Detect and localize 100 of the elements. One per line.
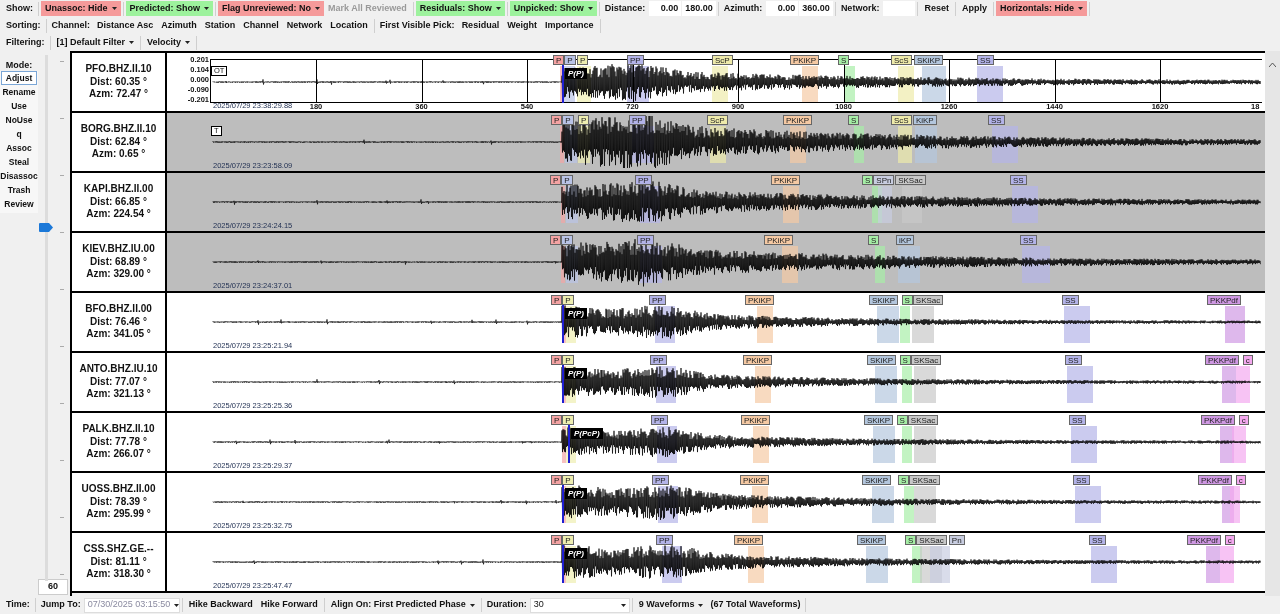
phase-window [875, 366, 897, 403]
phase-label: SS [1069, 415, 1086, 425]
dropdown-button[interactable]: Align On: First Predicted Phase [326, 597, 479, 613]
dropdown-button[interactable]: [1] Default Filter [52, 35, 138, 50]
toggle-dropdown[interactable]: Predicted: Show [125, 1, 214, 16]
phase-label: PP [635, 175, 652, 185]
phase-label: S [898, 475, 910, 485]
input-field[interactable]: 360.00 [799, 1, 833, 16]
pick-label: P(P) [565, 488, 587, 499]
phase-label: PP [656, 535, 673, 545]
phase-window [755, 366, 771, 403]
phase-label: P [562, 355, 574, 365]
phase-label: SKiKP [869, 295, 899, 305]
mode-button[interactable]: Disassoc [0, 169, 41, 183]
toggle-dropdown[interactable]: Horizontals: Hide [995, 1, 1087, 16]
phase-window [640, 246, 662, 283]
toolbar-label: First Visible Pick: [378, 18, 456, 32]
toggle-dropdown[interactable]: Flag Unreviewed: No [218, 1, 325, 16]
toolbar-button[interactable]: Hike Forward [256, 597, 322, 613]
toolbar-button[interactable]: Distance Asc [93, 18, 158, 33]
input-field[interactable]: 0.00 [766, 1, 799, 16]
phase-window [1012, 186, 1038, 223]
toggle-dropdown[interactable]: Unpicked: Show [509, 1, 597, 16]
phase-window [914, 426, 936, 463]
phase-label: P [551, 115, 563, 125]
toolbar-button[interactable]: Weight [503, 18, 541, 33]
toggle-dropdown[interactable]: Unassoc: Hide [41, 1, 121, 16]
mode-button[interactable]: NoUse [2, 113, 36, 127]
phase-window [1022, 246, 1050, 283]
phase-label: PP [651, 415, 668, 425]
phase-window [1236, 366, 1250, 403]
mode-button[interactable]: Assoc [3, 141, 35, 155]
toolbar-button[interactable]: Network [282, 18, 327, 33]
distance-label: Dist: 68.89 ° [90, 255, 147, 269]
input-field[interactable]: 0.00 [649, 1, 682, 16]
combo-field[interactable]: 30 [529, 597, 630, 613]
phase-window [875, 246, 885, 283]
toolbar-label: Show: [5, 1, 34, 15]
mode-title: Mode: [4, 59, 34, 71]
phase-window [757, 306, 773, 343]
phase-label: P [550, 235, 562, 245]
phase-label: SKSac [910, 355, 942, 365]
toolbar-button[interactable]: Reset [920, 1, 953, 16]
mode-button[interactable]: Adjust [1, 71, 37, 85]
toolbar-button[interactable]: Location [326, 18, 372, 33]
phase-window [992, 126, 1018, 163]
phase-window [1067, 366, 1093, 403]
phase-label: PKiKP [740, 475, 770, 485]
phase-label: SS [1065, 355, 1082, 365]
phase-window [783, 186, 799, 223]
phase-label: PP [652, 475, 669, 485]
mode-button[interactable]: Use [8, 99, 30, 113]
phase-window [1225, 306, 1245, 343]
phase-window [912, 306, 934, 343]
mode-button[interactable]: Review [1, 197, 37, 211]
phase-window [873, 426, 895, 463]
phase-label: ScP [707, 115, 728, 125]
phase-label: PP [627, 55, 644, 65]
toggle-dropdown[interactable]: Residuals: Show [415, 1, 505, 16]
station-label: KAPI.BHZ.II.00 [83, 183, 154, 196]
phase-window [1064, 306, 1090, 343]
dropdown-button[interactable]: Velocity [143, 35, 195, 50]
mode-button[interactable]: Trash [4, 183, 34, 197]
toolbar-button[interactable]: Hike Backward [184, 597, 257, 613]
mode-button[interactable]: Rename [0, 85, 39, 99]
phase-label: PKiKP [764, 235, 794, 245]
phase-window [1220, 546, 1234, 583]
toolbar-button[interactable]: Station [200, 18, 240, 33]
input-field[interactable] [883, 1, 916, 16]
toolbar-button[interactable]: Channel [239, 18, 283, 33]
toolbar-label: Azimuth: [722, 1, 764, 15]
caret-icon [587, 7, 593, 10]
scroll-up-icon[interactable] [1269, 63, 1276, 67]
toolbar-button[interactable]: Azimuth [157, 18, 201, 33]
zoom-value-field[interactable]: 60 [38, 579, 68, 595]
mode-button[interactable]: Steal [5, 155, 33, 169]
scrollbar[interactable] [1265, 51, 1280, 596]
slider-thumb[interactable] [39, 222, 53, 232]
phase-window [1220, 426, 1234, 463]
pick-line [568, 425, 570, 463]
input-field[interactable]: 180.00 [682, 1, 716, 16]
phase-label: S [905, 535, 917, 545]
pick-line [562, 545, 564, 583]
caret-icon [174, 603, 180, 607]
phase-label: PKKPdf [1207, 295, 1241, 305]
toolbar-label: Time: [5, 598, 31, 612]
mode-button[interactable]: q [13, 127, 25, 141]
dropdown-button[interactable]: 9 Waveforms [634, 597, 708, 613]
phase-label: SKSac [895, 175, 926, 185]
phase-label: P [578, 115, 590, 125]
phase-window [1075, 486, 1101, 523]
phase-window [627, 66, 649, 103]
phase-label: PKiKP [741, 415, 771, 425]
toolbar-button[interactable]: Apply [957, 1, 991, 16]
phase-window [578, 126, 590, 163]
toolbar-button[interactable]: Residual [457, 18, 504, 33]
toolbar-button[interactable]: Importance [541, 18, 598, 33]
phase-label: SKSac [909, 475, 940, 485]
toolbar-label: Network: [839, 1, 881, 15]
phase-label: SPn [873, 175, 895, 185]
